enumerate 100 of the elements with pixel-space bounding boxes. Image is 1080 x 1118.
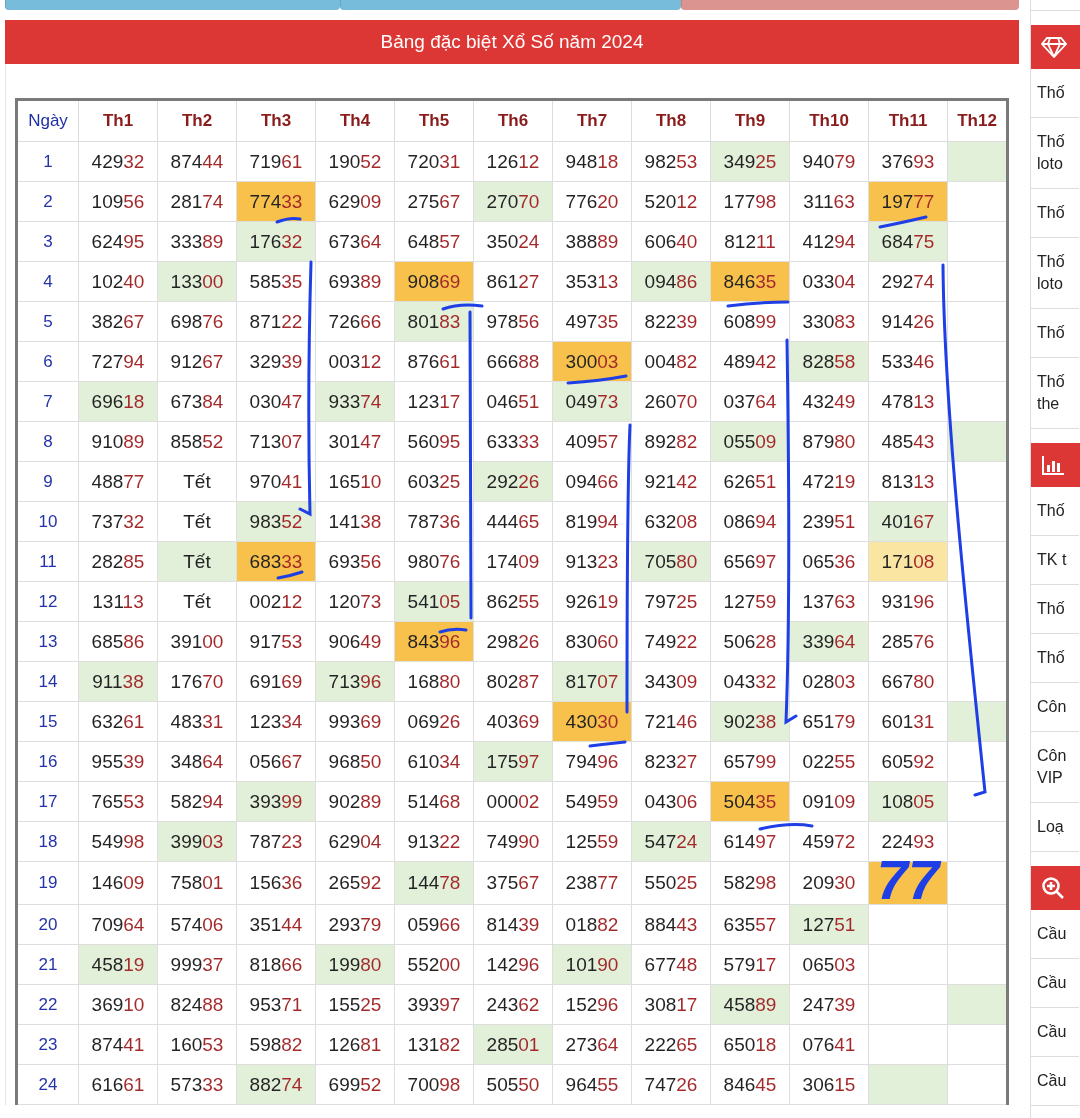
table-cell: 12759 (710, 581, 790, 622)
day-number: 20 (16, 904, 79, 945)
table-cell: 98076 (394, 541, 474, 582)
table-cell: 13763 (789, 581, 869, 622)
table-cell: 17108 (868, 541, 948, 582)
table-cell: 66780 (868, 661, 948, 702)
sidebar-link[interactable]: Thố loto (1031, 118, 1079, 189)
table-cell: 77433 (236, 181, 316, 222)
table-cell: 59882 (236, 1024, 316, 1065)
table-cell: 33083 (789, 301, 869, 342)
table-cell: 17597 (473, 741, 553, 782)
table-cell: 37693 (868, 141, 948, 182)
sidebar-link[interactable]: Loạ (1031, 803, 1079, 852)
table-cell: 96455 (552, 1064, 632, 1105)
day-number: 1 (16, 141, 79, 182)
table-cell: 91753 (236, 621, 316, 662)
column-header: Th9 (710, 99, 790, 142)
sidebar-link[interactable]: Thố (1031, 634, 1079, 683)
table-cell: 85852 (157, 421, 237, 462)
table-cell: 77620 (552, 181, 632, 222)
table-cell: 57917 (710, 944, 790, 985)
table-cell: 12681 (315, 1024, 395, 1065)
sidebar-link[interactable]: Thố (1031, 585, 1079, 634)
sidebar-link[interactable]: Côn (1031, 683, 1079, 732)
table-cell: 16880 (394, 661, 474, 702)
table-cell: 45889 (710, 984, 790, 1025)
table-cell: 12334 (236, 701, 316, 742)
table-cell: 69876 (157, 301, 237, 342)
table-cell: 05667 (236, 741, 316, 782)
day-number: 9 (16, 461, 79, 502)
sidebar-link[interactable]: Thố (1031, 69, 1079, 118)
sidebar-link[interactable]: Côn VIP (1031, 732, 1079, 803)
table-cell: 87441 (78, 1024, 158, 1065)
table-cell: 16053 (157, 1024, 237, 1065)
table-cell: 23951 (789, 501, 869, 542)
sidebar-link[interactable]: Thố loto (1031, 238, 1079, 309)
table-cell: 52012 (631, 181, 711, 222)
tab-strip[interactable] (5, 0, 341, 10)
diamond-icon (1041, 36, 1067, 58)
table-cell: 37567 (473, 861, 553, 905)
table-cell: 42932 (78, 141, 158, 182)
table-cell: 84645 (710, 1064, 790, 1105)
day-number: 10 (16, 501, 79, 542)
table-cell: 55200 (394, 944, 474, 985)
sidebar-link[interactable]: Cầu (1031, 910, 1079, 959)
table-title: Bảng đặc biệt Xổ Số năm 2024 (5, 20, 1019, 64)
table-cell: 70964 (78, 904, 158, 945)
pen-stroke (726, 300, 790, 308)
sidebar-link[interactable]: Cầu (1031, 1008, 1079, 1057)
table-cell: 72666 (315, 301, 395, 342)
table-cell: 62904 (315, 821, 395, 862)
table-cell: 81211 (710, 221, 790, 262)
table-cell: 08694 (710, 501, 790, 542)
table-cell: 16510 (315, 461, 395, 502)
table-cell: Tết (157, 501, 237, 542)
sidebar-link[interactable]: Thố (1031, 189, 1079, 238)
table-cell: 14138 (315, 501, 395, 542)
table-cell: 30817 (631, 984, 711, 1025)
table-cell: 12317 (394, 381, 474, 422)
pen-stroke (878, 215, 928, 229)
sidebar-link[interactable]: Thố (1031, 309, 1079, 358)
table-cell: 63261 (78, 701, 158, 742)
table-cell: 81439 (473, 904, 553, 945)
table-cell: 87661 (394, 341, 474, 382)
table-cell: 60592 (868, 741, 948, 782)
sidebar-link[interactable]: Thố (1031, 487, 1079, 536)
table-cell: 30615 (789, 1064, 869, 1105)
table-cell: 29826 (473, 621, 553, 662)
table-cell: 23877 (552, 861, 632, 905)
table-cell: 54998 (78, 821, 158, 862)
table-cell: 74990 (473, 821, 553, 862)
table-cell: 43030 (552, 701, 632, 742)
table-cell: 34864 (157, 741, 237, 782)
table-cell: 86255 (473, 581, 553, 622)
table-cell: 91089 (78, 421, 158, 462)
table-cell: 95539 (78, 741, 158, 782)
table-cell: 39399 (236, 781, 316, 822)
table-cell: 40167 (868, 501, 948, 542)
table-cell: 96850 (315, 741, 395, 782)
table-cell: 63208 (631, 501, 711, 542)
sidebar-link[interactable]: Cầu (1031, 1057, 1079, 1106)
sidebar-link[interactable]: Thố the (1031, 358, 1079, 429)
tab-strip[interactable] (680, 0, 1019, 10)
column-header: Ngày (16, 99, 79, 142)
table-cell: 69618 (78, 381, 158, 422)
pen-stroke (438, 627, 468, 634)
table-cell: 30147 (315, 421, 395, 462)
table-cell: 19052 (315, 141, 395, 182)
table-cell: 63557 (710, 904, 790, 945)
sidebar-link[interactable]: Cầu (1031, 959, 1079, 1008)
table-cell: 13300 (157, 261, 237, 302)
table-cell: 09109 (789, 781, 869, 822)
column-header: Th12 (947, 99, 1008, 142)
tab-strip[interactable] (340, 0, 681, 10)
day-number: 19 (16, 861, 79, 905)
column-header: Th8 (631, 99, 711, 142)
table-cell: 65018 (710, 1024, 790, 1065)
table-cell: 78723 (236, 821, 316, 862)
table-cell: 17798 (710, 181, 790, 222)
sidebar-link[interactable]: TK t (1031, 536, 1079, 585)
